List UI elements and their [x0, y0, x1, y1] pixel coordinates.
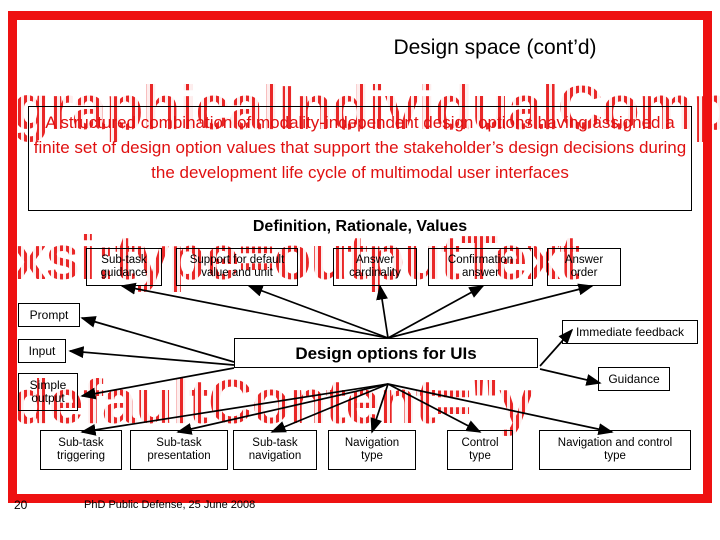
node-label: Sub-task presentation [147, 437, 211, 462]
footer-text: PhD Public Defense, 25 June 2008 [84, 499, 256, 511]
slide-canvas: graphicalIndividualComponent xsi:type=ou… [0, 0, 720, 540]
page-number: 20 [14, 498, 28, 512]
node-label: Navigation and control type [557, 437, 673, 462]
node-label: Control type [461, 437, 499, 462]
frame-border-top [8, 11, 712, 20]
node-label: Confirmation answer [447, 254, 514, 279]
node-immediate-feedback[interactable]: Immediate feedback [562, 320, 698, 344]
node-label: Sub-task triggering [57, 437, 105, 462]
node-label: Simple output [29, 378, 67, 405]
node-label: Answer order [564, 254, 604, 279]
node-navigation-type[interactable]: Navigation type [328, 430, 416, 470]
node-sub-task-presentation[interactable]: Sub-task presentation [130, 430, 228, 470]
node-navigation-and-control-type[interactable]: Navigation and control type [539, 430, 691, 470]
node-label: Sub-task guidance [100, 254, 148, 279]
definition-text: A structured combination of modality-ind… [33, 113, 687, 182]
node-answer-order[interactable]: Answer order [547, 248, 621, 286]
node-input[interactable]: Input [18, 339, 66, 363]
node-label: Answer cardinality [349, 254, 401, 279]
node-prompt[interactable]: Prompt [18, 303, 80, 327]
node-label: Immediate feedback [575, 324, 685, 339]
slide-title: Design space (cont’d) [393, 36, 597, 59]
watermark-line-3: defaultContent="y [12, 368, 533, 437]
frame-border-left [8, 11, 17, 503]
node-sub-task-navigation[interactable]: Sub-task navigation [233, 430, 317, 470]
node-sub-task-guidance[interactable]: Sub-task guidance [86, 248, 162, 286]
node-support-for-default-value-and-unit[interactable]: Support for default value and unit [176, 248, 298, 286]
node-guidance[interactable]: Guidance [598, 367, 670, 391]
node-label: Guidance [608, 371, 660, 386]
node-sub-task-triggering[interactable]: Sub-task triggering [40, 430, 122, 470]
node-design-options-for-uis[interactable]: Design options for UIs [234, 338, 538, 368]
frame-border-right [703, 11, 712, 503]
node-label: Prompt [29, 307, 69, 322]
node-label: Input [28, 343, 56, 358]
node-label: Support for default value and unit [189, 254, 285, 279]
node-label: Sub-task navigation [248, 437, 302, 462]
node-confirmation-answer[interactable]: Confirmation answer [428, 248, 533, 286]
node-answer-cardinality[interactable]: Answer cardinality [333, 248, 417, 286]
node-simple-output[interactable]: Simple output [18, 373, 78, 411]
definition-caption: Definition, Rationale, Values [252, 218, 468, 235]
node-label: Navigation type [344, 437, 400, 462]
node-label: Design options for UIs [295, 343, 477, 363]
node-control-type[interactable]: Control type [447, 430, 513, 470]
